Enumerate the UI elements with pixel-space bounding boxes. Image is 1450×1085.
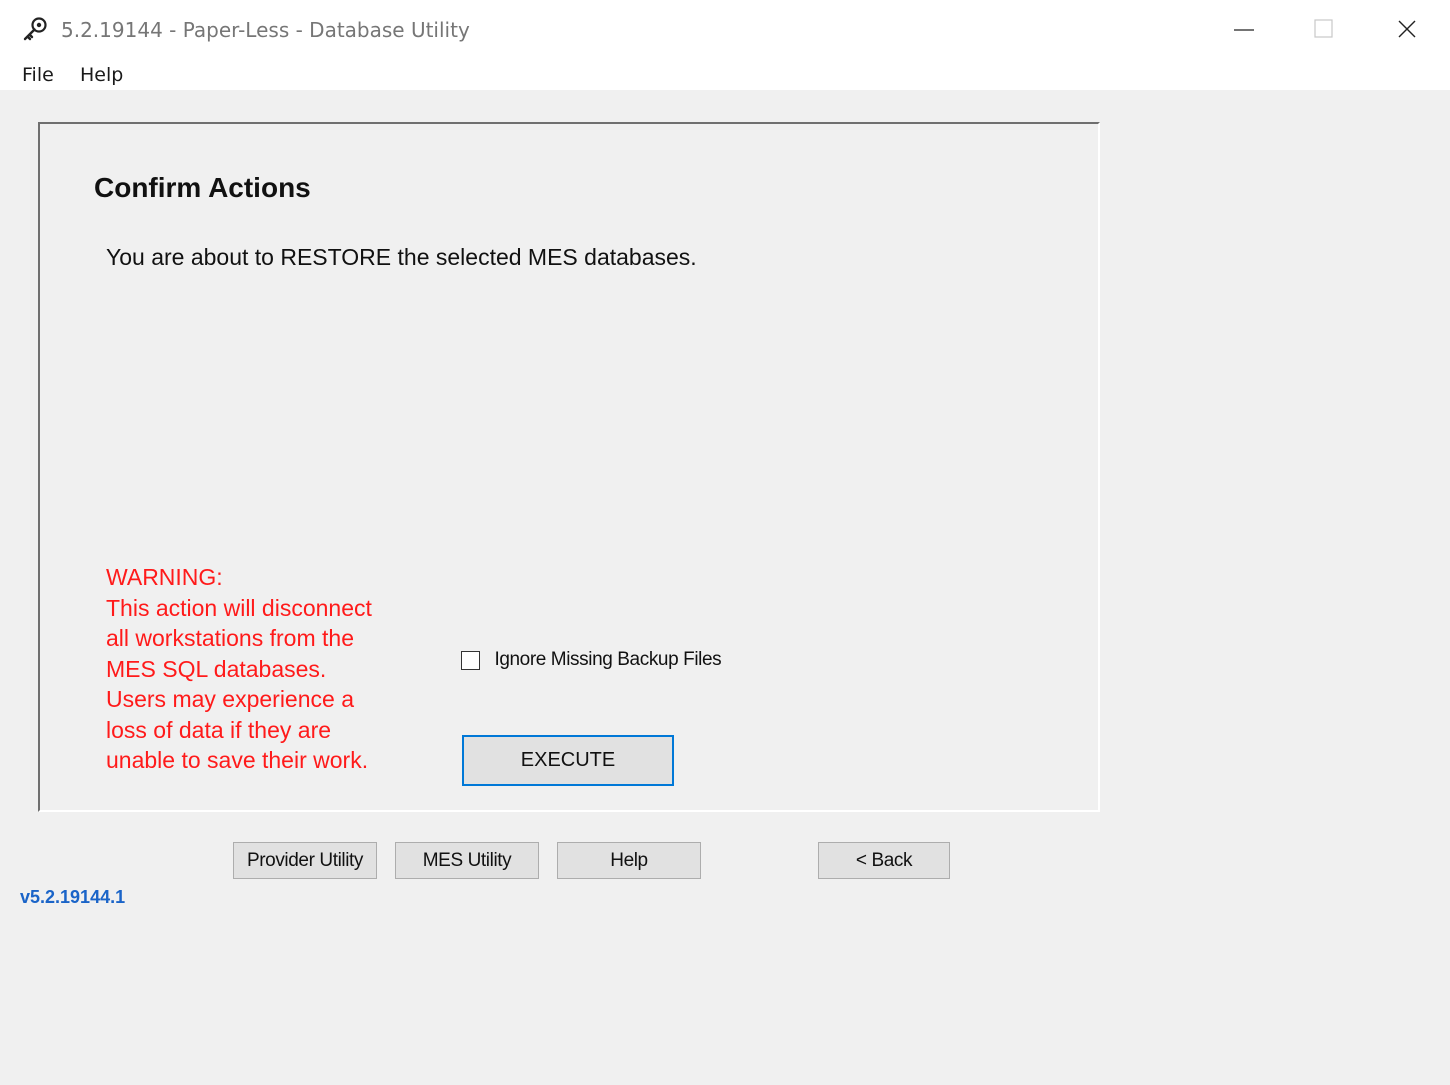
execute-button[interactable]: EXECUTE [462, 735, 674, 786]
menu-file[interactable]: File [20, 64, 56, 86]
close-icon[interactable] [1385, 8, 1429, 50]
title-bar: 5.2.19144 - Paper-Less - Database Utilit… [0, 0, 1450, 58]
warning-line: MES SQL databases. [106, 655, 327, 682]
warning-line: unable to save their work. [106, 747, 369, 773]
warning-line: WARNING: [106, 564, 223, 590]
warning-text: WARNING: This action will disconnect all… [106, 562, 426, 776]
help-button[interactable]: Help [557, 842, 701, 879]
minimize-icon[interactable] [1222, 8, 1266, 50]
ignore-missing-backup-option[interactable]: Ignore Missing Backup Files [461, 649, 722, 673]
ignore-missing-backup-checkbox[interactable] [461, 650, 480, 670]
back-button[interactable]: < Back [818, 842, 950, 879]
warning-line: This action will disconnect [106, 594, 372, 621]
version-label: v5.2.19144.1 [20, 887, 126, 907]
ignore-missing-backup-label[interactable]: Ignore Missing Backup Files [494, 649, 721, 671]
confirm-panel: Confirm Actions You are about to RESTORE… [38, 122, 1100, 812]
window-title: 5.2.19144 - Paper-Less - Database Utilit… [61, 18, 470, 42]
warning-line: loss of data if they are [106, 716, 332, 743]
menu-bar: File Help [0, 58, 1450, 90]
confirm-message: You are about to RESTORE the selected ME… [106, 244, 697, 270]
menu-help[interactable]: Help [78, 64, 125, 86]
warning-line: Users may experience a [106, 686, 354, 712]
warning-line: all workstations from the [106, 625, 354, 651]
maximize-icon[interactable] [1302, 8, 1346, 50]
mes-utility-button[interactable]: MES Utility [395, 842, 539, 879]
key-wrench-icon [23, 17, 47, 41]
confirm-title: Confirm Actions [94, 172, 311, 203]
provider-utility-button[interactable]: Provider Utility [233, 842, 377, 879]
